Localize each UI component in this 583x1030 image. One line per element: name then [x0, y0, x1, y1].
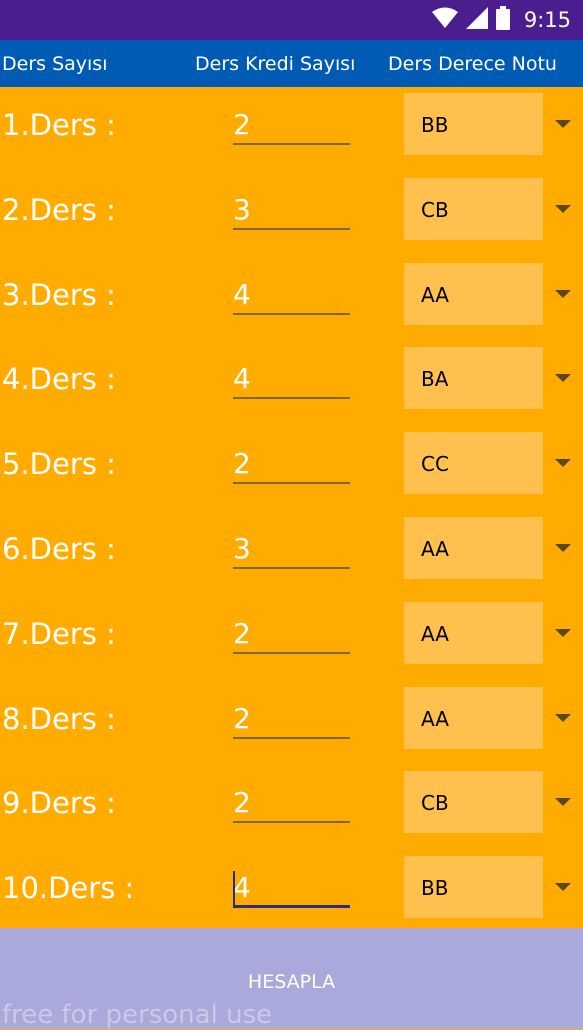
course-label: 4.Ders : — [2, 362, 116, 397]
credit-value: 2 — [233, 786, 251, 820]
course-row: 6.Ders : 3 AA — [0, 509, 583, 594]
course-row: 5.Ders : 2 CC — [0, 424, 583, 509]
grade-spinner[interactable]: CB — [404, 177, 543, 240]
grade-spinner[interactable]: BB — [404, 856, 543, 919]
course-row: 7.Ders : 2 AA — [0, 594, 583, 679]
grade-value: AA — [421, 282, 449, 307]
dropdown-arrow-icon[interactable] — [555, 883, 571, 892]
course-row: 4.Ders : 4 BA — [0, 339, 583, 424]
credit-input[interactable]: 2 — [233, 697, 350, 739]
dropdown-arrow-icon[interactable] — [555, 628, 571, 637]
grade-value: BA — [421, 367, 449, 392]
credit-value: 3 — [233, 192, 251, 226]
credit-value: 3 — [233, 532, 251, 565]
credit-input[interactable]: 4 — [233, 866, 350, 909]
battery-icon — [495, 6, 510, 34]
course-label: 8.Ders : — [2, 701, 116, 736]
course-label: 2.Ders : — [2, 192, 116, 227]
dropdown-arrow-icon[interactable] — [555, 374, 571, 383]
dropdown-arrow-icon[interactable] — [555, 713, 571, 722]
table-header: Ders Sayısı Ders Kredi Sayısı Ders Derec… — [0, 40, 583, 87]
credit-input[interactable]: 4 — [233, 357, 350, 400]
grade-value: CB — [421, 197, 449, 222]
course-label: 5.Ders : — [2, 447, 116, 482]
credit-input[interactable]: 2 — [233, 103, 350, 145]
course-row: 10.Ders : 4 BB — [0, 848, 583, 933]
header-course-count: Ders Sayısı — [2, 53, 108, 75]
grade-value: BB — [421, 876, 449, 901]
grade-value: AA — [421, 537, 449, 561]
course-label: 3.Ders : — [2, 277, 116, 312]
status-bar: 9:15 — [0, 0, 583, 40]
dropdown-arrow-icon[interactable] — [555, 459, 571, 468]
course-row: 9.Ders : 2 CB — [0, 763, 583, 848]
credit-value: 4 — [233, 362, 251, 396]
course-label: 1.Ders : — [2, 108, 116, 142]
credit-value: 4 — [233, 277, 251, 311]
credit-input[interactable]: 2 — [233, 781, 350, 824]
grade-spinner[interactable]: AA — [404, 517, 543, 579]
credit-input[interactable]: 2 — [233, 442, 350, 485]
watermark: free for personal use — [2, 1000, 273, 1030]
grade-spinner[interactable]: AA — [404, 601, 543, 664]
dropdown-arrow-icon[interactable] — [555, 289, 571, 298]
credit-input[interactable]: 4 — [233, 273, 350, 315]
credit-input[interactable]: 3 — [233, 527, 350, 569]
grade-spinner[interactable]: BA — [404, 347, 543, 410]
grade-value: CB — [421, 791, 449, 816]
course-label: 6.Ders : — [2, 532, 116, 566]
credit-input[interactable]: 2 — [233, 612, 350, 654]
course-row: 8.Ders : 2 AA — [0, 679, 583, 764]
calculate-button-label: HESAPLA — [247, 971, 336, 993]
grade-spinner[interactable]: BB — [404, 93, 543, 155]
course-label: 10.Ders : — [2, 871, 135, 906]
credit-value: 2 — [233, 616, 251, 650]
grade-spinner[interactable]: CB — [404, 771, 543, 834]
status-icons: 9:15 — [431, 0, 571, 40]
credit-value: 2 — [233, 701, 251, 735]
grade-value: BB — [421, 113, 449, 137]
header-grade: Ders Derece Notu — [388, 53, 557, 75]
header-credit: Ders Kredi Sayısı — [195, 53, 356, 75]
dropdown-arrow-icon[interactable] — [555, 204, 571, 213]
dropdown-arrow-icon[interactable] — [555, 798, 571, 807]
course-row: 2.Ders : 3 CB — [0, 170, 583, 255]
wifi-icon — [431, 7, 458, 33]
text-cursor — [233, 871, 235, 906]
dropdown-arrow-icon[interactable] — [555, 544, 571, 552]
grade-value: AA — [421, 621, 449, 646]
course-row: 3.Ders : 4 AA — [0, 255, 583, 340]
grade-spinner[interactable]: AA — [404, 686, 543, 749]
dropdown-arrow-icon[interactable] — [555, 120, 571, 128]
grade-spinner[interactable]: CC — [404, 432, 543, 495]
status-time: 9:15 — [523, 8, 571, 32]
grade-value: AA — [421, 706, 449, 731]
course-row: 1.Ders : 2 BB — [0, 85, 583, 170]
grade-value: CC — [421, 452, 449, 477]
credit-input[interactable]: 3 — [233, 188, 350, 230]
signal-icon — [465, 7, 488, 33]
course-label: 9.Ders : — [2, 786, 116, 821]
credit-value: 2 — [233, 447, 251, 481]
grade-spinner[interactable]: AA — [404, 262, 543, 325]
credit-value: 4 — [233, 871, 251, 905]
course-label: 7.Ders : — [2, 616, 116, 651]
credit-value: 2 — [233, 108, 251, 141]
